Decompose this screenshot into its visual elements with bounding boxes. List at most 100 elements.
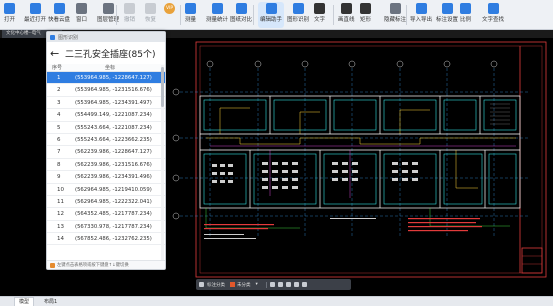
- row-index: 4: [57, 112, 61, 119]
- table-row[interactable]: 11 (562964.985, -1222322.041): [47, 196, 165, 209]
- table-row[interactable]: 14 (567852.486, -1232762.235): [47, 233, 165, 246]
- table-row[interactable]: 13 (567330.978, -1217787.234): [47, 221, 165, 234]
- toolbar-label: 编辑助手: [260, 17, 283, 23]
- toolbar-button-7[interactable]: VIP: [164, 2, 175, 28]
- row-index: 11: [57, 198, 64, 205]
- toolbar-label: 比例: [460, 17, 472, 23]
- edit-assistant-icon: [265, 3, 277, 14]
- toolbar-label: 快看云盘: [48, 17, 71, 23]
- toolbar-button-3[interactable]: 窗口: [76, 2, 87, 28]
- panel-window-title: 图形识别: [58, 34, 79, 41]
- copy-icon[interactable]: [277, 282, 283, 287]
- toolbar-button-9[interactable]: 测量统计: [206, 2, 228, 28]
- toolbar-button-12[interactable]: 图形识别: [287, 2, 309, 28]
- delete-icon[interactable]: [293, 282, 299, 287]
- edit-icon[interactable]: [269, 282, 275, 287]
- table-row[interactable]: 2 (553964.985, -1231516.676): [47, 84, 165, 97]
- toolbar-button-19[interactable]: 比例: [460, 2, 471, 28]
- toolbar-button-1[interactable]: 最近打开: [24, 2, 46, 28]
- toolbar-button-18[interactable]: 标注设置: [436, 2, 458, 28]
- tab-model[interactable]: 模型: [14, 296, 35, 306]
- row-coordinate: (567330.978, -1217787.234): [75, 223, 152, 230]
- toolbar-button-6[interactable]: 恢复: [145, 2, 156, 28]
- row-index: 3: [57, 99, 61, 106]
- row-index: 9: [57, 174, 61, 181]
- tab-layout1[interactable]: 布局1: [40, 298, 61, 306]
- table-row[interactable]: 4 (554499.149, -1221087.234): [47, 109, 165, 122]
- divider: [265, 281, 267, 288]
- table-row[interactable]: 3 (553964.985, -1234391.497): [47, 97, 165, 110]
- toolbar-label: 窗口: [76, 17, 88, 23]
- toolbar-divider: [333, 5, 334, 25]
- info-icon: [50, 262, 55, 268]
- toolbar-button-10[interactable]: 图纸对比: [230, 2, 252, 28]
- category-color-icon: [230, 282, 235, 287]
- table-row[interactable]: 5 (555243.664, -1221087.234): [47, 122, 165, 134]
- row-coordinate: (553964.985, -1228647.127): [75, 75, 152, 81]
- dropdown-arrow-icon[interactable]: ▾: [256, 282, 258, 287]
- annotation-float-bar: 标注分类 未分类 ▾: [196, 279, 351, 290]
- panel-heading: 二三孔安全插座(85个): [65, 49, 156, 60]
- window-icon: [76, 3, 87, 14]
- app-icon: [50, 34, 55, 40]
- row-index: 10: [57, 186, 64, 193]
- toolbar-button-11[interactable]: 编辑助手: [258, 2, 285, 28]
- row-index: 1: [57, 75, 61, 81]
- toolbar-button-13[interactable]: 文字: [314, 2, 325, 28]
- table-row[interactable]: 9 (562239.986, -1234391.496): [47, 171, 165, 184]
- scrollbar-thumb[interactable]: [161, 67, 164, 107]
- row-coordinate: (562239.986, -1228647.127): [75, 149, 152, 156]
- row-index: 5: [57, 124, 61, 131]
- annotation-category-label[interactable]: 标注分类: [207, 282, 225, 288]
- toolbar-label: 图纸对比: [230, 17, 253, 23]
- compare-icon: [235, 3, 247, 14]
- footer-hint: 左键点击表格项或按下键盘↑↓键切换: [57, 263, 129, 268]
- rectangle-icon: [360, 3, 371, 14]
- main-toolbar: 打开 最近打开 快看云盘 窗口 图层管理 撤销 恢复 VIP 测量 测量统计 图纸对比 编辑助手 图形识…: [0, 0, 553, 30]
- toolbar-button-17[interactable]: 导入导出: [410, 2, 432, 28]
- toolbar-button-2[interactable]: 快看云盘: [48, 2, 70, 28]
- recent-file-icon: [29, 3, 41, 14]
- toolbar-button-15[interactable]: 矩形: [360, 2, 371, 28]
- back-arrow-icon[interactable]: ←: [50, 47, 62, 60]
- toolbar-button-16[interactable]: 隐藏标注: [384, 2, 406, 28]
- move-icon[interactable]: [285, 282, 291, 287]
- row-coordinate: (553964.985, -1234391.497): [75, 99, 152, 106]
- toolbar-label: 测量: [185, 17, 197, 23]
- toolbar-label: 撤销: [124, 17, 136, 23]
- panel-titlebar[interactable]: 图形识别: [47, 32, 165, 42]
- table-row[interactable]: 6 (555243.664, -1223662.235): [47, 134, 165, 147]
- toolbar-label: 标注设置: [436, 17, 459, 23]
- cloud-icon: [53, 3, 65, 14]
- toolbar-label: 画直线: [338, 17, 355, 23]
- row-coordinate: (555243.664, -1223662.235): [75, 136, 152, 143]
- toolbar-button-14[interactable]: 画直线: [338, 2, 355, 28]
- toolbar-label: 隐藏标注: [384, 17, 407, 23]
- toolbar-button-5[interactable]: 撤销: [124, 2, 135, 28]
- toolbar-divider: [180, 5, 181, 25]
- table-row[interactable]: 1 (553964.985, -1228647.127): [47, 72, 165, 85]
- uncategorized-label[interactable]: 未分类: [237, 282, 251, 288]
- import-export-icon: [415, 3, 427, 14]
- text-icon: [314, 3, 325, 14]
- grid-icon[interactable]: [199, 282, 204, 287]
- toolbar-button-20[interactable]: 文字查找: [482, 2, 504, 28]
- scrollbar[interactable]: [161, 65, 164, 260]
- line-icon: [340, 3, 352, 14]
- toolbar-button-8[interactable]: 测量: [185, 2, 196, 28]
- table-row[interactable]: 8 (562239.986, -1231516.676): [47, 159, 165, 172]
- table-row[interactable]: 7 (562239.986, -1228647.127): [47, 146, 165, 159]
- row-coordinate: (564352.485, -1217787.234): [75, 211, 152, 218]
- table-row[interactable]: 10 (562964.985, -1219410.059): [47, 184, 165, 196]
- toolbar-button-0[interactable]: 打开: [4, 2, 15, 28]
- row-index: 12: [57, 211, 64, 218]
- more-icon[interactable]: [301, 282, 307, 287]
- undo-icon: [124, 3, 135, 14]
- annotation-settings-icon: [441, 3, 453, 14]
- hide-annotation-icon: [389, 3, 401, 14]
- table-row[interactable]: 12 (564352.485, -1217787.234): [47, 208, 165, 221]
- shape-recognition-panel: 图形识别 ← 二三孔安全插座(85个) 序号 坐标 1 (553964.985, …: [46, 31, 166, 270]
- row-index: 2: [57, 87, 61, 94]
- layout-tab-bar: 模型 布局1: [0, 296, 553, 306]
- toolbar-label: 打开: [4, 17, 16, 23]
